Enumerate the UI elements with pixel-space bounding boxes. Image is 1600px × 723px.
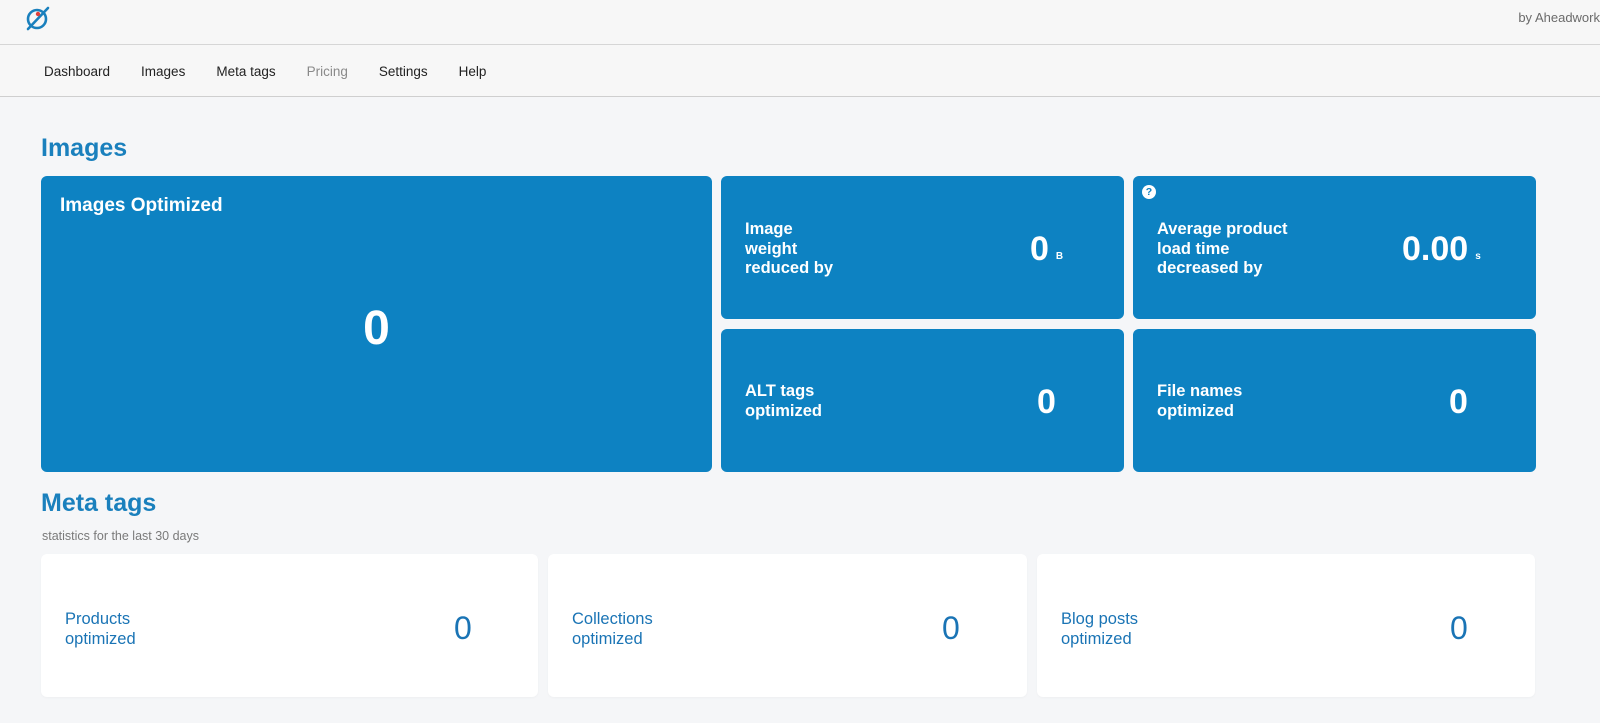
images-optimized-value: 0: [363, 302, 390, 355]
image-weight-unit: B: [1055, 251, 1064, 262]
blog-posts-value: 0: [1450, 610, 1468, 646]
file-names-value: 0: [1449, 383, 1468, 421]
collections-value: 0: [942, 610, 960, 646]
nav-settings[interactable]: Settings: [379, 64, 428, 79]
alt-tags-value: 0: [1037, 383, 1056, 421]
products-label: Products optimized: [65, 610, 136, 648]
images-optimized-card: Images Optimized 0: [41, 176, 712, 472]
nav-pricing[interactable]: Pricing: [307, 64, 348, 79]
image-weight-label: Image weight reduced by: [745, 220, 834, 277]
load-time-label: Average product load time decreased by: [1157, 220, 1288, 277]
meta-section-title: Meta tags: [41, 489, 157, 517]
products-value: 0: [454, 610, 472, 646]
image-weight-card: Image weight reduced by 0B: [721, 176, 1124, 319]
meta-section-subtitle: statistics for the last 30 days: [42, 529, 200, 543]
alt-tags-card: ALT tags optimized 0: [721, 329, 1124, 472]
app-logo-icon[interactable]: [24, 5, 51, 32]
file-names-card: File names optimized 0: [1133, 329, 1536, 472]
image-weight-value: 0B: [1030, 230, 1064, 268]
nav-meta-tags[interactable]: Meta tags: [216, 64, 275, 79]
images-optimized-label: Images Optimized: [60, 195, 223, 216]
products-card: Products optimized 0: [41, 554, 538, 697]
brand-attribution: by Aheadwork: [1518, 10, 1600, 25]
blog-posts-label: Blog posts optimized: [1061, 610, 1139, 648]
load-time-card: ? Average product load time decreased by…: [1133, 176, 1536, 319]
top-bar: by Aheadwork: [0, 0, 1600, 45]
alt-tags-label: ALT tags optimized: [745, 382, 822, 420]
main-nav: Dashboard Images Meta tags Pricing Setti…: [0, 45, 1600, 97]
blog-posts-card: Blog posts optimized 0: [1037, 554, 1535, 697]
nav-help[interactable]: Help: [459, 64, 487, 79]
images-section-title: Images: [41, 134, 128, 162]
load-time-value: 0.00 s: [1402, 230, 1481, 268]
help-icon[interactable]: ?: [1142, 185, 1156, 199]
file-names-label: File names optimized: [1157, 382, 1243, 420]
collections-label: Collections optimized: [572, 610, 653, 648]
nav-images[interactable]: Images: [141, 64, 185, 79]
load-time-unit: s: [1475, 251, 1481, 262]
nav-dashboard[interactable]: Dashboard: [44, 64, 110, 79]
collections-card: Collections optimized 0: [548, 554, 1027, 697]
